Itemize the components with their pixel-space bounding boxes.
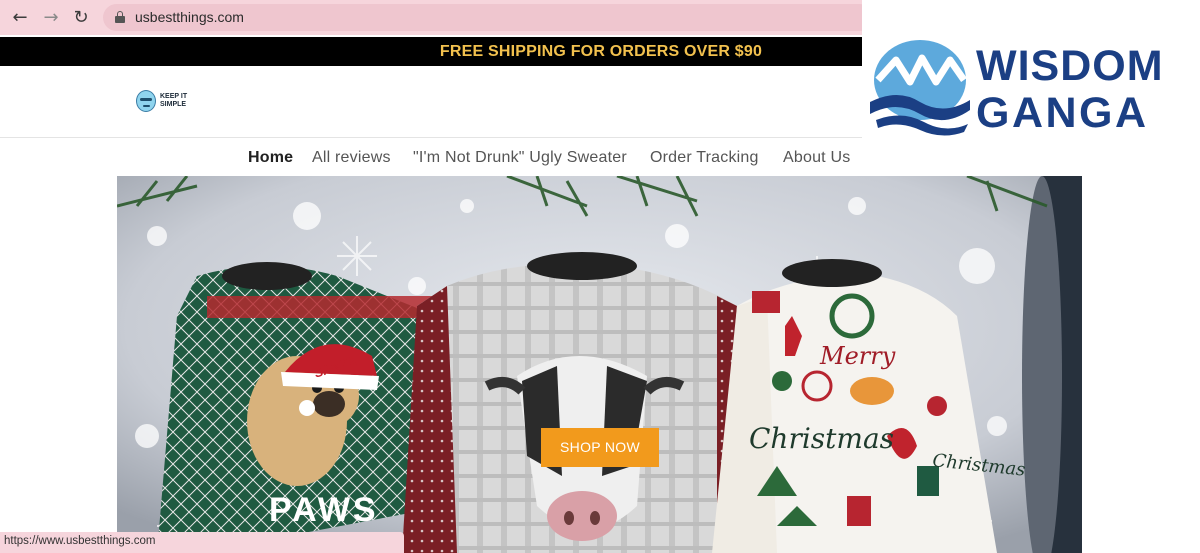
hero-image: SANTA PAWS Merry Christmas Christmas <box>117 176 1082 553</box>
address-bar[interactable]: usbestthings.com <box>103 4 873 31</box>
watermark-line2: GANGA <box>976 89 1149 137</box>
browser-status-bar: https://www.usbestthings.com <box>0 532 404 553</box>
browser-toolbar: ← → ↻ usbestthings.com <box>0 0 873 35</box>
main-navigation: Home All reviews "I'm Not Drunk" Ugly Sw… <box>0 139 862 176</box>
back-arrow-icon[interactable]: ← <box>8 6 32 30</box>
lock-icon <box>115 11 125 23</box>
wave-emblem-icon <box>870 40 970 136</box>
paws-text: PAWS <box>269 491 379 529</box>
watermark-line1: WISDOM <box>976 42 1164 90</box>
nav-item-order-tracking[interactable]: Order Tracking <box>650 149 759 167</box>
nav-item-about-us[interactable]: About Us <box>783 149 850 167</box>
shop-now-button[interactable]: SHOP NOW <box>541 428 659 467</box>
announcement-text: FREE SHIPPING FOR ORDERS OVER $90 <box>439 43 763 60</box>
merry-text: Merry <box>819 342 896 370</box>
nav-item-ugly-sweater[interactable]: "I'm Not Drunk" Ugly Sweater <box>413 149 627 167</box>
watermark-logo: WISDOM GANGA <box>862 0 1200 175</box>
hero-banner[interactable]: SANTA PAWS Merry Christmas Christmas SHO… <box>117 176 1082 553</box>
logo-face-icon <box>136 90 156 112</box>
logo-text: KEEP IT SIMPLE <box>160 93 188 108</box>
nav-item-all-reviews[interactable]: All reviews <box>312 149 391 167</box>
status-url: https://www.usbestthings.com <box>4 535 156 547</box>
christmas-text: Christmas <box>749 422 894 455</box>
announcement-bar: FREE SHIPPING FOR ORDERS OVER $90 <box>0 37 862 66</box>
forward-arrow-icon[interactable]: → <box>39 6 63 30</box>
reload-icon[interactable]: ↻ <box>69 6 93 30</box>
url-text[interactable]: usbestthings.com <box>135 9 244 25</box>
nav-item-home[interactable]: Home <box>248 149 293 167</box>
site-header: KEEP IT SIMPLE <box>0 66 862 138</box>
